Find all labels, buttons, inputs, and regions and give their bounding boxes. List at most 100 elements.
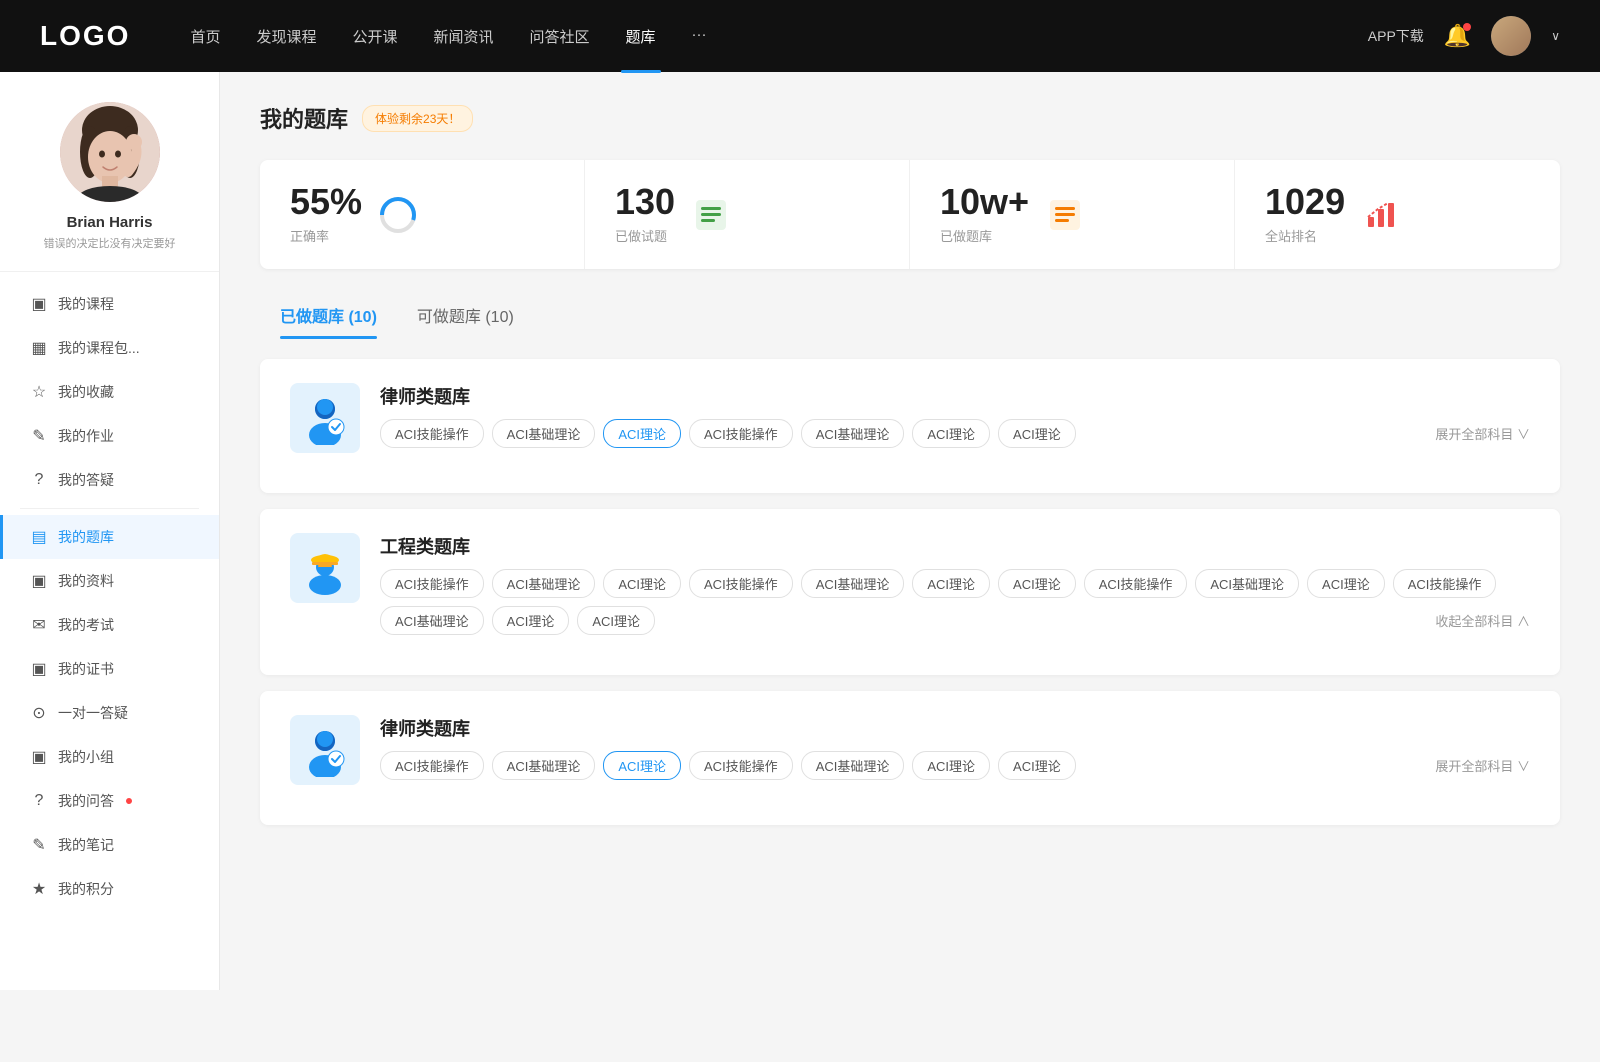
menu-label: 我的题库 bbox=[58, 527, 114, 547]
qbank-header-2: 律师类题库 ACI技能操作ACI基础理论ACI理论ACI技能操作ACI基础理论A… bbox=[290, 715, 1530, 785]
navbar-link-公开课[interactable]: 公开课 bbox=[352, 26, 397, 47]
tag-0-0[interactable]: ACI技能操作 bbox=[380, 419, 484, 448]
sidebar-item-我的题库[interactable]: ▤ 我的题库 bbox=[0, 515, 219, 559]
qbank-info-2: 律师类题库 ACI技能操作ACI基础理论ACI理论ACI技能操作ACI基础理论A… bbox=[380, 715, 1530, 780]
tag-0-5[interactable]: ACI理论 bbox=[912, 419, 990, 448]
menu-icon-7: ✉ bbox=[30, 615, 48, 635]
tag-1-3[interactable]: ACI技能操作 bbox=[689, 569, 793, 598]
stat-text-0: 55% 正确率 bbox=[290, 184, 362, 245]
tag-1-0[interactable]: ACI技能操作 bbox=[380, 569, 484, 598]
expand-link-0[interactable]: 展开全部科目 ∨ bbox=[1435, 424, 1530, 443]
sidebar-item-一对一答疑[interactable]: ⊙ 一对一答疑 bbox=[0, 691, 219, 735]
app-download-link[interactable]: APP下载 bbox=[1368, 26, 1424, 46]
menu-icon-6: ▣ bbox=[30, 571, 48, 591]
tag-0-1[interactable]: ACI基础理论 bbox=[492, 419, 596, 448]
notification-bell[interactable]: 🔔 bbox=[1444, 23, 1471, 49]
qbank-header-1: 工程类题库 ACI技能操作ACI基础理论ACI理论ACI技能操作ACI基础理论A… bbox=[290, 533, 1530, 635]
donut-icon bbox=[378, 195, 418, 235]
stat-label-3: 全站排名 bbox=[1265, 226, 1345, 245]
navbar-link-···[interactable]: ··· bbox=[692, 26, 707, 47]
menu-icon-13: ★ bbox=[30, 879, 48, 899]
menu-label: 我的答疑 bbox=[58, 470, 114, 490]
menu-label: 我的课程 bbox=[58, 294, 114, 314]
sidebar-item-我的答疑[interactable]: ? 我的答疑 bbox=[0, 458, 219, 502]
tag-1-6[interactable]: ACI理论 bbox=[998, 569, 1076, 598]
tag-2-1[interactable]: ACI基础理论 bbox=[492, 751, 596, 780]
tags-row-2: ACI技能操作ACI基础理论ACI理论ACI技能操作ACI基础理论ACI理论AC… bbox=[380, 751, 1530, 780]
tag-1-8[interactable]: ACI基础理论 bbox=[1195, 569, 1299, 598]
trial-badge: 体验剩余23天！ bbox=[362, 105, 473, 132]
tag-1-2[interactable]: ACI理论 bbox=[603, 569, 681, 598]
menu-label: 我的笔记 bbox=[58, 835, 114, 855]
menu-icon-2: ☆ bbox=[30, 382, 48, 402]
tag-0-4[interactable]: ACI基础理论 bbox=[801, 419, 905, 448]
tag-0-2[interactable]: ACI理论 bbox=[603, 419, 681, 448]
menu-icon-4: ? bbox=[30, 471, 48, 489]
navbar-link-问答社区[interactable]: 问答社区 bbox=[530, 26, 590, 47]
chevron-down-icon[interactable]: ∨ bbox=[1551, 29, 1560, 43]
tag-2-4[interactable]: ACI基础理论 bbox=[801, 751, 905, 780]
tag-1-5[interactable]: ACI理论 bbox=[912, 569, 990, 598]
sidebar-item-我的课程[interactable]: ▣ 我的课程 bbox=[0, 282, 219, 326]
sidebar-item-我的资料[interactable]: ▣ 我的资料 bbox=[0, 559, 219, 603]
sidebar-menu: ▣ 我的课程 ▦ 我的课程包... ☆ 我的收藏 ✎ 我的作业 ? 我的答疑 ▤… bbox=[0, 272, 219, 921]
tag-1-10[interactable]: ACI技能操作 bbox=[1393, 569, 1497, 598]
sidebar-profile: Brian Harris 错误的决定比没有决定要好 bbox=[0, 102, 219, 272]
qbank-title-0: 律师类题库 bbox=[380, 383, 1530, 409]
sidebar-item-我的证书[interactable]: ▣ 我的证书 bbox=[0, 647, 219, 691]
expand-link-1[interactable]: 收起全部科目 ∧ bbox=[1435, 611, 1530, 630]
tags-row-1: ACI技能操作ACI基础理论ACI理论ACI技能操作ACI基础理论ACI理论AC… bbox=[380, 569, 1530, 635]
expand-link-2[interactable]: 展开全部科目 ∨ bbox=[1435, 756, 1530, 775]
sidebar-item-我的小组[interactable]: ▣ 我的小组 bbox=[0, 735, 219, 779]
stat-value-0: 55% bbox=[290, 184, 362, 220]
tag-2-6[interactable]: ACI理论 bbox=[998, 751, 1076, 780]
avatar[interactable] bbox=[1491, 16, 1531, 56]
qbank-card-1: 工程类题库 ACI技能操作ACI基础理论ACI理论ACI技能操作ACI基础理论A… bbox=[260, 509, 1560, 675]
tag-1-7[interactable]: ACI技能操作 bbox=[1084, 569, 1188, 598]
tag-2-2[interactable]: ACI理论 bbox=[603, 751, 681, 780]
tag-1-4[interactable]: ACI基础理论 bbox=[801, 569, 905, 598]
navbar-link-发现课程[interactable]: 发现课程 bbox=[256, 26, 316, 47]
tag-1-9[interactable]: ACI理论 bbox=[1307, 569, 1385, 598]
qbank-card-2: 律师类题库 ACI技能操作ACI基础理论ACI理论ACI技能操作ACI基础理论A… bbox=[260, 691, 1560, 825]
profile-avatar bbox=[60, 102, 160, 202]
menu-icon-3: ✎ bbox=[30, 426, 48, 446]
sidebar-item-我的考试[interactable]: ✉ 我的考试 bbox=[0, 603, 219, 647]
menu-label: 我的积分 bbox=[58, 879, 114, 899]
sidebar-item-我的作业[interactable]: ✎ 我的作业 bbox=[0, 414, 219, 458]
menu-icon-1: ▦ bbox=[30, 338, 48, 358]
qbank-title-1: 工程类题库 bbox=[380, 533, 1530, 559]
menu-divider bbox=[20, 508, 199, 509]
navbar-link-题库[interactable]: 题库 bbox=[626, 26, 656, 47]
navbar-link-首页[interactable]: 首页 bbox=[190, 26, 220, 47]
tag-2-5[interactable]: ACI理论 bbox=[912, 751, 990, 780]
tag-2-3[interactable]: ACI技能操作 bbox=[689, 751, 793, 780]
qbank-icon-2 bbox=[290, 715, 360, 785]
sidebar-item-我的收藏[interactable]: ☆ 我的收藏 bbox=[0, 370, 219, 414]
tag-1-12[interactable]: ACI理论 bbox=[492, 606, 570, 635]
menu-icon-10: ▣ bbox=[30, 747, 48, 767]
tag-1-1[interactable]: ACI基础理论 bbox=[492, 569, 596, 598]
logo: LOGO bbox=[40, 20, 130, 52]
qbank-card-0: 律师类题库 ACI技能操作ACI基础理论ACI理论ACI技能操作ACI基础理论A… bbox=[260, 359, 1560, 493]
menu-label: 我的证书 bbox=[58, 659, 114, 679]
tag-1-13[interactable]: ACI理论 bbox=[577, 606, 655, 635]
navbar-link-新闻资讯[interactable]: 新闻资讯 bbox=[434, 26, 494, 47]
tag-2-0[interactable]: ACI技能操作 bbox=[380, 751, 484, 780]
tab-0[interactable]: 已做题库 (10) bbox=[260, 295, 397, 339]
tag-1-11[interactable]: ACI基础理论 bbox=[380, 606, 484, 635]
qbank-header-0: 律师类题库 ACI技能操作ACI基础理论ACI理论ACI技能操作ACI基础理论A… bbox=[290, 383, 1530, 453]
menu-label: 我的课程包... bbox=[58, 338, 140, 358]
menu-icon-9: ⊙ bbox=[30, 703, 48, 723]
menu-icon-8: ▣ bbox=[30, 659, 48, 679]
sidebar-item-我的问答[interactable]: ? 我的问答 bbox=[0, 779, 219, 823]
sidebar-item-我的笔记[interactable]: ✎ 我的笔记 bbox=[0, 823, 219, 867]
tag-0-3[interactable]: ACI技能操作 bbox=[689, 419, 793, 448]
menu-icon-12: ✎ bbox=[30, 835, 48, 855]
sidebar-item-我的积分[interactable]: ★ 我的积分 bbox=[0, 867, 219, 911]
page-header: 我的题库 体验剩余23天！ bbox=[260, 102, 1560, 134]
tab-1[interactable]: 可做题库 (10) bbox=[397, 295, 534, 339]
sidebar-item-我的课程包...[interactable]: ▦ 我的课程包... bbox=[0, 326, 219, 370]
tag-0-6[interactable]: ACI理论 bbox=[998, 419, 1076, 448]
page-title: 我的题库 bbox=[260, 102, 348, 134]
